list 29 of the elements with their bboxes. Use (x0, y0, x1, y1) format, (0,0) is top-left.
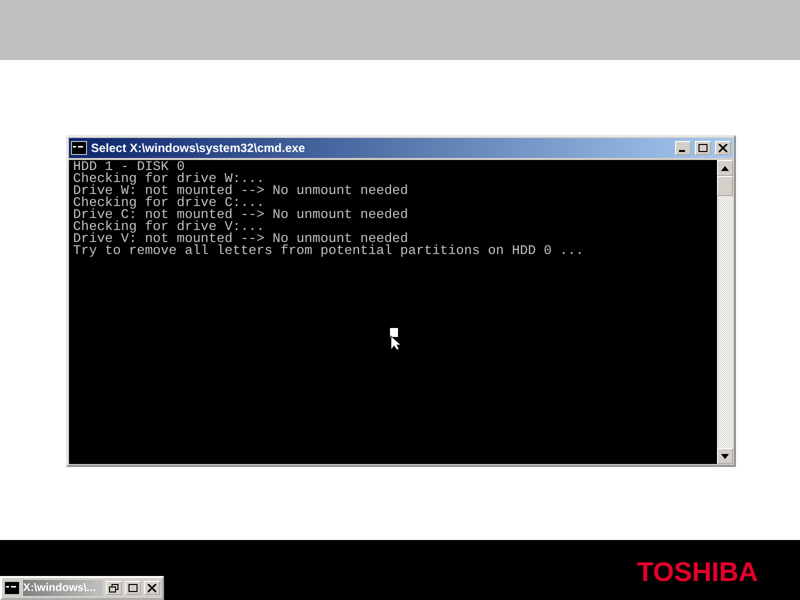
minimized-window-title[interactable]: X:\windows\... (23, 580, 103, 596)
console-line: Drive W: not mounted --> No unmount needed (73, 185, 410, 197)
maximize-button[interactable] (125, 581, 141, 595)
console-icon (71, 141, 87, 155)
console-line: Checking for drive C:... (73, 197, 266, 209)
minimize-button[interactable] (675, 141, 691, 155)
close-icon[interactable] (718, 144, 728, 152)
console-line: Checking for drive W:... (73, 173, 266, 185)
restore-icon[interactable] (109, 584, 119, 592)
window-title: Select X:\windows\system32\cmd.exe (91, 141, 306, 155)
console-icon (4, 581, 20, 595)
console-line: Drive C: not mounted --> No unmount needed (73, 209, 410, 221)
console-line: Try to remove all letters from potential partitions on HDD 0 ... (73, 245, 585, 257)
maximize-icon[interactable] (128, 584, 138, 592)
scroll-down-icon[interactable] (721, 454, 729, 458)
console-line: HDD 1 - DISK 0 (73, 161, 185, 173)
scroll-thumb[interactable] (717, 176, 733, 196)
console-line: Checking for drive V:... (73, 221, 266, 233)
restore-button[interactable] (106, 581, 122, 595)
maximize-icon[interactable] (698, 144, 708, 152)
console-line: Drive V: not mounted --> No unmount needed (73, 233, 408, 245)
scrollbar[interactable] (717, 160, 733, 464)
brand-logo: TOSHIBA (636, 557, 758, 588)
close-button[interactable] (144, 581, 160, 595)
maximize-button[interactable] (695, 141, 711, 155)
minimized-window[interactable]: X:\windows\... (0, 576, 164, 600)
scroll-up-icon[interactable] (721, 166, 729, 170)
close-button[interactable] (715, 141, 731, 155)
close-icon[interactable] (147, 584, 157, 592)
